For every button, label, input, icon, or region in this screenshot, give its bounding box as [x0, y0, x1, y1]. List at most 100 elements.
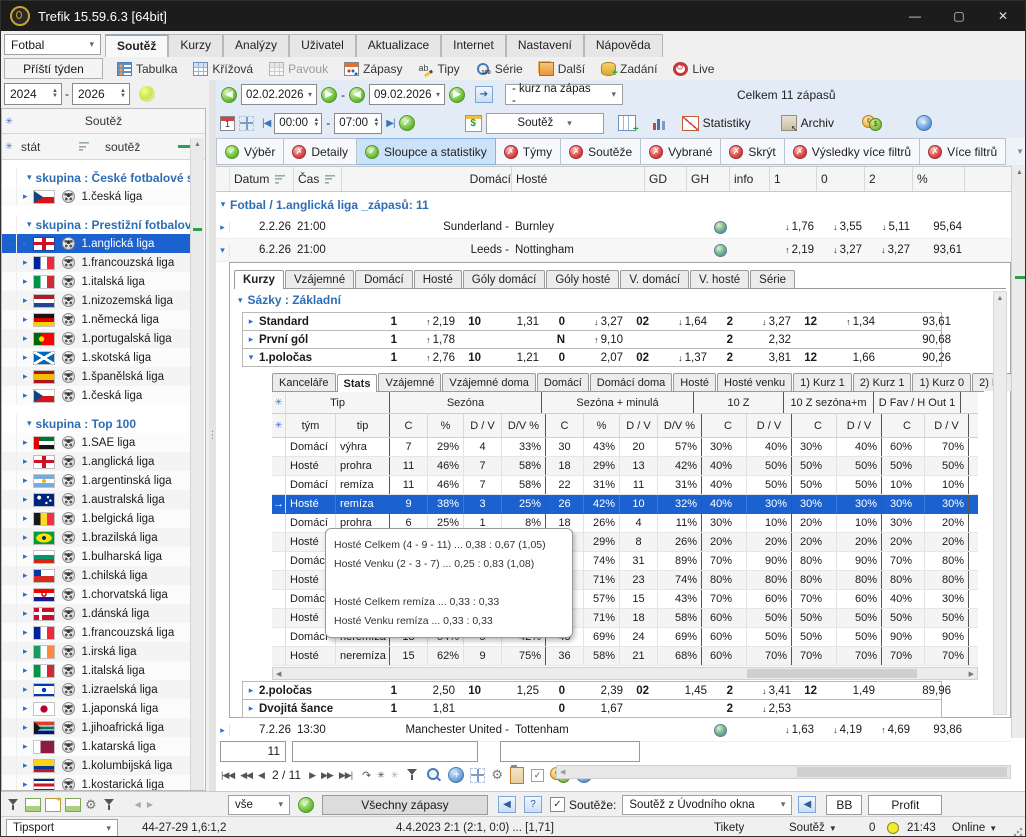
league-item[interactable]: ▸1.francouzská liga: [2, 623, 192, 642]
detail-tab[interactable]: Góly hosté: [546, 270, 619, 288]
column-header-state[interactable]: stát: [16, 140, 73, 154]
competition-group-row[interactable]: ▾skupina : České fotbalové sou: [2, 168, 192, 187]
toolbar-button[interactable]: Zadání: [595, 62, 663, 76]
column-header[interactable]: 1: [770, 167, 817, 191]
stats-sub-header[interactable]: D/V %: [502, 414, 546, 437]
chevron-right-icon[interactable]: ▸: [23, 684, 28, 695]
skip-end-icon[interactable]: ▶|: [386, 118, 394, 129]
expand-icon[interactable]: ▸: [243, 685, 259, 696]
bet-row[interactable]: ▸Dvojitá šance11,8101,672↓2,53: [242, 699, 942, 718]
stats-tab[interactable]: Hosté venku: [717, 373, 792, 391]
bottom-h-scrollbar[interactable]: ◀: [556, 765, 1011, 779]
chevron-right-icon[interactable]: ▸: [23, 333, 28, 344]
chevron-down-icon[interactable]: ▾: [238, 295, 243, 306]
column-header[interactable]: Čas: [294, 167, 342, 191]
maximize-button[interactable]: ▢: [937, 1, 981, 31]
sort-icon[interactable]: [275, 175, 287, 184]
scope-select[interactable]: vše▾: [228, 795, 290, 815]
filter-button[interactable]: ✗Týmy: [496, 138, 561, 165]
spinner-arrows-icon[interactable]: ▲▼: [313, 118, 321, 128]
column-header[interactable]: Hosté: [512, 167, 645, 191]
competition-group-row[interactable]: ▾skupina : Prestižní fotbalové s: [2, 215, 192, 234]
chevron-right-icon[interactable]: ▸: [23, 494, 28, 505]
tickets-link[interactable]: Tikety: [714, 822, 744, 834]
filter-button[interactable]: ✓Výběr: [216, 138, 284, 165]
league-item[interactable]: ▸1.chilská liga: [2, 566, 192, 585]
filter-button[interactable]: ✗Více filtrů: [920, 138, 1006, 165]
toolbar-button[interactable]: Tipy: [412, 62, 465, 76]
scroll-left-icon[interactable]: ◀: [135, 800, 141, 809]
toolbar-button[interactable]: Zápasy: [338, 62, 408, 76]
menu-tab[interactable]: Kurzy: [168, 34, 223, 57]
stats-row[interactable]: →Hostéremíza938%325%2642%1032%40%30%30%3…: [272, 495, 978, 514]
stats-h-scrollbar[interactable]: ◀▶: [272, 667, 978, 680]
expand-icon[interactable]: ▸: [243, 334, 259, 345]
stats-tab[interactable]: Vzájemné: [378, 373, 441, 391]
next-date-icon[interactable]: ▶: [321, 87, 337, 103]
dropdown-icon[interactable]: ▼: [1016, 147, 1024, 156]
detail-tab[interactable]: Domácí: [355, 270, 413, 288]
league-item[interactable]: ▸1.japonská liga: [2, 699, 192, 718]
chevron-right-icon[interactable]: ▸: [23, 703, 28, 714]
bet-row[interactable]: ▸První gól1↑1,78N↑9,1022,3290,68: [242, 330, 942, 349]
scroll-up-icon[interactable]: ▲: [191, 138, 204, 151]
stats-sub-header[interactable]: D / V: [747, 414, 792, 437]
sport-select[interactable]: Fotbal ▾: [4, 34, 101, 55]
time-from-input[interactable]: 00:00▲▼: [274, 113, 322, 134]
chevron-right-icon[interactable]: ▸: [23, 570, 28, 581]
detail-tab[interactable]: Série: [750, 270, 795, 288]
checkbox-icon[interactable]: ✓: [531, 769, 544, 782]
sidebar-splitter[interactable]: ⋮: [209, 80, 216, 791]
competition-select[interactable]: Soutěž▾: [486, 113, 604, 134]
expand-icon[interactable]: ▾: [243, 352, 259, 363]
chevron-right-icon[interactable]: ▸: [23, 722, 28, 733]
table-add-icon[interactable]: [618, 115, 636, 131]
gear-icon[interactable]: ⚙: [491, 767, 503, 783]
chevron-down-icon[interactable]: ▾: [216, 199, 230, 210]
league-item[interactable]: ▸1.bulharská liga: [2, 547, 192, 566]
scroll-up-icon[interactable]: ▲: [994, 292, 1006, 305]
filter-button[interactable]: ✗Vybrané: [641, 138, 721, 165]
panel-icon[interactable]: [25, 798, 41, 812]
statistics-button[interactable]: Statistiky: [682, 116, 751, 131]
prev-record-icon[interactable]: ◀: [258, 770, 264, 781]
tennis-ball-icon[interactable]: [139, 86, 155, 102]
wand-icon[interactable]: [45, 798, 61, 812]
menu-tab[interactable]: Analýzy: [223, 34, 289, 57]
add-circle-icon[interactable]: +: [916, 115, 932, 131]
expand-icon[interactable]: ▸: [216, 222, 230, 233]
stats-sub-header[interactable]: C: [882, 414, 925, 437]
stats-tab[interactable]: Vzájemné doma: [442, 373, 536, 391]
chevron-right-icon[interactable]: ▸: [23, 665, 28, 676]
league-item[interactable]: ▸1.chorvatská liga: [2, 585, 192, 604]
date-to-input[interactable]: 09.02.2026▾: [369, 84, 445, 105]
detail-tab[interactable]: V. hosté: [690, 270, 749, 288]
clipboard-icon[interactable]: [510, 767, 524, 784]
filter-button[interactable]: ✗Soutěže: [561, 138, 641, 165]
filter-input[interactable]: [500, 741, 640, 762]
match-row[interactable]: ▸2.2.2621:00Sunderland -Burnley↓1,76↓3,5…: [216, 216, 1011, 239]
league-item[interactable]: ▸1.dánská liga: [2, 604, 192, 623]
column-header-competition[interactable]: soutěž: [105, 140, 140, 154]
scrollbar-thumb[interactable]: [797, 767, 1007, 777]
league-item[interactable]: ▸1.australská liga: [2, 490, 192, 509]
chevron-right-icon[interactable]: ▸: [23, 608, 28, 619]
bet-row[interactable]: ▸2.poločas12,50101,2502,39021,452↓3,4112…: [242, 681, 942, 700]
league-item[interactable]: ▸1.argentinská liga: [2, 471, 192, 490]
column-header[interactable]: GH: [687, 167, 730, 191]
asterisk-icon[interactable]: ✳: [272, 392, 286, 413]
stats-sub-header[interactable]: %: [584, 414, 620, 437]
asterisk-icon[interactable]: ✳: [272, 414, 286, 437]
stats-sub-header[interactable]: D / V: [464, 414, 502, 437]
prev-date-icon[interactable]: ◀: [349, 87, 365, 103]
stats-tab[interactable]: Kanceláře: [272, 373, 336, 391]
league-item[interactable]: ▸1.česká liga: [2, 386, 192, 405]
asterisk-gray-icon[interactable]: ✳: [391, 770, 399, 781]
close-button[interactable]: ✕: [981, 1, 1025, 31]
stats-sub-header[interactable]: C: [390, 414, 428, 437]
chevron-right-icon[interactable]: ▸: [23, 551, 28, 562]
chevron-right-icon[interactable]: ▸: [23, 295, 28, 306]
competition-group-row[interactable]: ▾skupina : Top 100: [2, 414, 192, 433]
date-from-input[interactable]: 02.02.2026▾: [241, 84, 317, 105]
stats-row[interactable]: Domácíremíza1146%758%2231%1131%40%50%50%…: [272, 476, 978, 495]
